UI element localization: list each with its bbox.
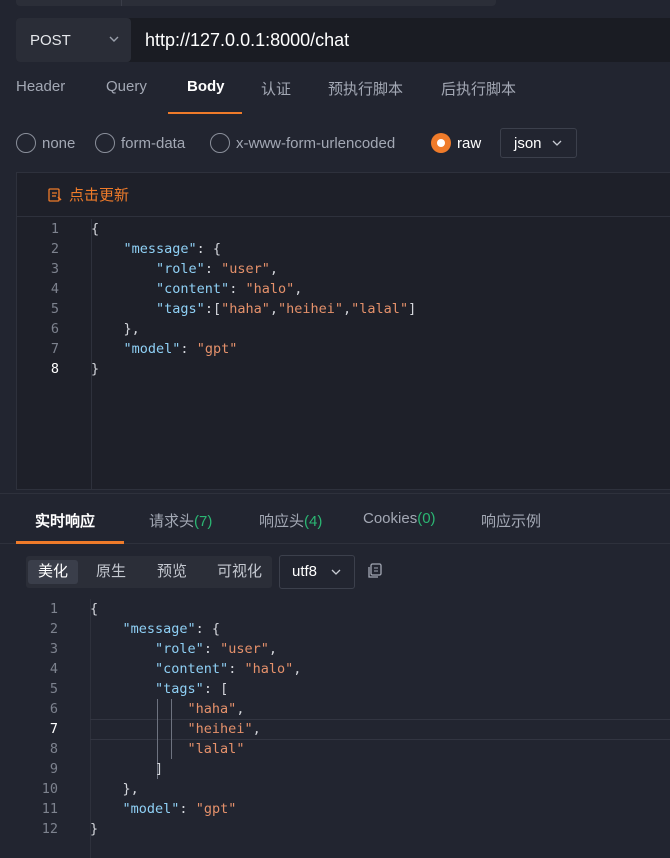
body-type-group: none form-data x-www-form-urlencoded raw… <box>16 128 616 160</box>
line-number: 1 <box>49 601 58 617</box>
radio-label: x-www-form-urlencoded <box>236 134 396 152</box>
tab-query[interactable]: Query <box>106 78 147 95</box>
update-button[interactable]: 点击更新 <box>17 173 670 217</box>
url-bar: POST http://127.0.0.1:8000/chat <box>16 18 670 62</box>
count-badge: (4) <box>304 513 323 530</box>
encoding-select[interactable]: utf8 <box>279 555 355 589</box>
line-number: 11 <box>41 801 58 817</box>
copy-icon[interactable] <box>366 562 384 580</box>
line-number: 4 <box>50 281 59 297</box>
tab-body[interactable]: Body <box>187 78 225 95</box>
radio-none[interactable]: none <box>16 133 75 153</box>
line-number: 6 <box>49 701 58 717</box>
line-number: 5 <box>50 301 59 317</box>
active-response-tab-indicator <box>16 541 124 544</box>
radio-circle <box>95 133 115 153</box>
line-number: 2 <box>50 241 59 257</box>
line-number: 1 <box>50 221 59 237</box>
line-number: 2 <box>49 621 58 637</box>
tab-request-headers[interactable]: 请求头(7) <box>149 510 212 531</box>
line-number-current: 8 <box>50 361 59 377</box>
tab-post-script[interactable]: 后执行脚本 <box>441 78 516 99</box>
radio-circle-checked <box>431 133 451 153</box>
refresh-icon <box>48 187 62 202</box>
line-number-current: 7 <box>49 721 58 737</box>
line-number: 5 <box>49 681 58 697</box>
response-tabs: 实时响应 请求头(7) 响应头(4) Cookies(0) 响应示例 <box>0 494 670 544</box>
count-badge: (0) <box>417 510 436 527</box>
radio-label: raw <box>457 134 482 152</box>
radio-raw[interactable]: raw <box>431 133 481 153</box>
mode-raw[interactable]: 原生 <box>86 560 136 584</box>
count-badge: (7) <box>194 513 213 530</box>
active-tab-indicator <box>168 112 242 114</box>
tab-header[interactable]: Header <box>16 78 65 95</box>
line-number: 10 <box>41 781 58 797</box>
tab-auth[interactable]: 认证 <box>261 78 291 99</box>
radio-circle <box>16 133 36 153</box>
radio-circle <box>210 133 230 153</box>
tab-live-response[interactable]: 实时响应 <box>35 510 95 531</box>
method-select[interactable]: POST <box>16 18 131 62</box>
radio-label: form-data <box>121 134 186 152</box>
update-label: 点击更新 <box>69 187 130 204</box>
line-number: 3 <box>50 261 59 277</box>
mode-visualize[interactable]: 可视化 <box>207 560 272 584</box>
method-label: POST <box>30 31 71 49</box>
view-mode-switch: 美化 原生 预览 可视化 <box>26 556 272 588</box>
encoding-value: utf8 <box>292 563 318 580</box>
line-number: 7 <box>50 341 59 357</box>
chevron-down-icon <box>331 569 341 575</box>
body-format-select[interactable]: json <box>500 128 577 158</box>
line-number: 9 <box>49 761 58 777</box>
radio-form-data[interactable]: form-data <box>95 133 185 153</box>
mode-preview[interactable]: 预览 <box>147 560 197 584</box>
url-input[interactable]: http://127.0.0.1:8000/chat <box>145 30 349 51</box>
request-tabs: Header Query Body 认证 预执行脚本 后执行脚本 <box>0 70 670 114</box>
chevron-down-icon <box>552 140 562 146</box>
line-number: 8 <box>49 741 58 757</box>
radio-urlencoded[interactable]: x-www-form-urlencoded <box>210 133 395 153</box>
request-body-editor[interactable]: 点击更新 1{ 2 "message": { 3 "role": "user",… <box>16 172 670 490</box>
chevron-down-icon <box>109 36 119 42</box>
body-format-value: json <box>514 134 542 152</box>
line-number: 6 <box>50 321 59 337</box>
tab-pre-script[interactable]: 预执行脚本 <box>328 78 403 99</box>
radio-label: none <box>42 134 76 152</box>
line-number: 12 <box>41 821 58 837</box>
top-strip <box>16 0 496 6</box>
line-number: 3 <box>49 641 58 657</box>
tab-cookies[interactable]: Cookies(0) <box>363 510 436 527</box>
tab-response-example[interactable]: 响应示例 <box>481 510 541 531</box>
mode-pretty[interactable]: 美化 <box>28 560 79 584</box>
line-number: 4 <box>49 661 58 677</box>
tab-response-headers[interactable]: 响应头(4) <box>259 510 322 531</box>
